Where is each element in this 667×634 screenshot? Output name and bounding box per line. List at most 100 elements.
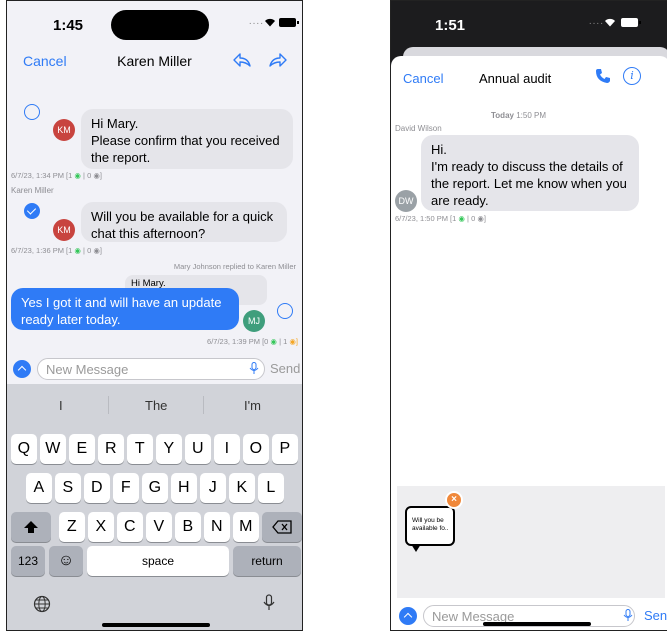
meta-text: | 0 [83,171,92,180]
expand-icon[interactable] [13,360,31,378]
sender-name: David Wilson [395,124,442,133]
avatar: KM [53,219,75,241]
send-button[interactable]: Send [270,361,300,376]
remove-attachment-icon[interactable]: × [445,491,463,509]
chat-title: Annual audit [479,71,552,86]
key-q[interactable]: Q [11,434,37,464]
message-line: Hi Mary. [91,116,139,131]
dynamic-island [111,10,209,40]
reply-note: Mary Johnson replied to Karen Miller [173,262,296,271]
key-y[interactable]: Y [156,434,182,464]
message-input[interactable]: New Message [37,358,265,380]
emoji-key[interactable]: ☺ [49,546,83,576]
status-time: 1:45 [53,17,84,34]
key-g[interactable]: G [142,473,168,503]
status-time: 1:51 [435,17,466,34]
left-phone-screen: 1:45 .... Cancel Karen Miller KM Hi Mary… [6,0,303,631]
view-off-icon: ◉] [93,171,102,180]
chat-title: Karen Miller [117,53,192,69]
space-key[interactable]: space [87,546,229,576]
chat-header: Cancel Karen Miller [7,45,302,79]
wifi-icon [265,18,275,27]
battery-icon [279,18,299,27]
return-key[interactable]: return [233,546,301,576]
key-j[interactable]: J [200,473,226,503]
key-h[interactable]: H [171,473,197,503]
meta-text: 6/7/23, 1:39 PM [0 [207,337,269,346]
key-c[interactable]: C [117,512,143,542]
message-line: Please confirm that you received [91,133,280,148]
sticker-line: Will you be [412,517,444,524]
suggestion-item[interactable]: I'm [244,398,261,413]
key-i[interactable]: I [214,434,240,464]
delete-icon [272,520,292,534]
home-indicator [483,622,591,626]
outgoing-bubble[interactable]: Yes I got it and will have an update rea… [11,288,239,330]
key-v[interactable]: V [146,512,172,542]
key-f[interactable]: F [113,473,139,503]
key-m[interactable]: M [233,512,259,542]
status-bar: 1:45 .... [7,1,302,45]
key-o[interactable]: O [243,434,269,464]
expand-icon[interactable] [399,607,417,625]
key-z[interactable]: Z [59,512,85,542]
message-meta: 6/7/23, 1:50 PM [1 ◉ | 0 ◉] [395,214,486,223]
key-e[interactable]: E [69,434,95,464]
cancel-button[interactable]: Cancel [403,71,443,86]
message-bubble[interactable]: Hi. I'm ready to discuss the details of … [421,135,639,211]
key-x[interactable]: X [88,512,114,542]
numbers-key[interactable]: 123 [11,546,45,576]
shift-icon [24,521,38,533]
message-line: Will you be available for a quick [91,209,274,224]
delete-key[interactable] [262,512,302,542]
sticker-tail [411,544,421,552]
message-meta: 6/7/23, 1:34 PM [1 ◉ | 0 ◉] [11,171,102,180]
message-line: the report. Let me know when you [431,176,627,191]
select-circle[interactable] [24,104,40,120]
key-k[interactable]: K [229,473,255,503]
key-l[interactable]: L [258,473,284,503]
key-u[interactable]: U [185,434,211,464]
date-label: Today [491,111,514,120]
message-list: KM Hi Mary. Please confirm that you rece… [7,81,302,351]
home-indicator [102,623,210,627]
key-n[interactable]: N [204,512,230,542]
suggestion-item[interactable]: The [145,398,167,413]
speech-sticker[interactable]: Will you be available fo.. [405,506,455,546]
send-button[interactable]: Sen [644,608,667,623]
globe-icon[interactable] [33,595,51,613]
view-off-icon: ◉] [93,246,102,255]
forward-icon[interactable] [268,51,288,69]
message-line: chat this afternoon? [91,226,206,241]
message-bubble[interactable]: Will you be available for a quick chat t… [81,202,287,242]
meta-text: | 0 [467,214,476,223]
key-t[interactable]: T [127,434,153,464]
info-icon[interactable]: i [623,67,641,85]
select-circle-checked[interactable] [24,203,40,219]
avatar: KM [53,119,75,141]
key-p[interactable]: P [272,434,298,464]
attachment-preview: Will you be available fo.. × [397,486,665,598]
key-s[interactable]: S [55,473,81,503]
key-d[interactable]: D [84,473,110,503]
shift-key[interactable] [11,512,51,542]
battery-icon [621,18,641,27]
reply-icon[interactable] [232,51,252,69]
message-line: are ready. [431,193,489,208]
key-w[interactable]: W [40,434,66,464]
signal-icon: .... [588,16,604,27]
microphone-icon[interactable] [623,609,633,622]
key-b[interactable]: B [175,512,201,542]
right-phone-screen: 1:51 .... Cancel Annual audit i Today 1:… [390,0,667,631]
key-a[interactable]: A [26,473,52,503]
dictation-icon[interactable] [263,594,275,612]
sticker-line: available fo.. [412,525,449,532]
message-line: Hi. [431,142,447,157]
suggestion-item[interactable]: I [59,398,63,413]
key-r[interactable]: R [98,434,124,464]
microphone-icon[interactable] [249,362,259,375]
message-bubble[interactable]: Hi Mary. Please confirm that you receive… [81,109,293,169]
phone-icon[interactable] [595,68,611,84]
select-circle[interactable] [277,303,293,319]
message-line: Yes I got it and will have an update [21,295,222,310]
